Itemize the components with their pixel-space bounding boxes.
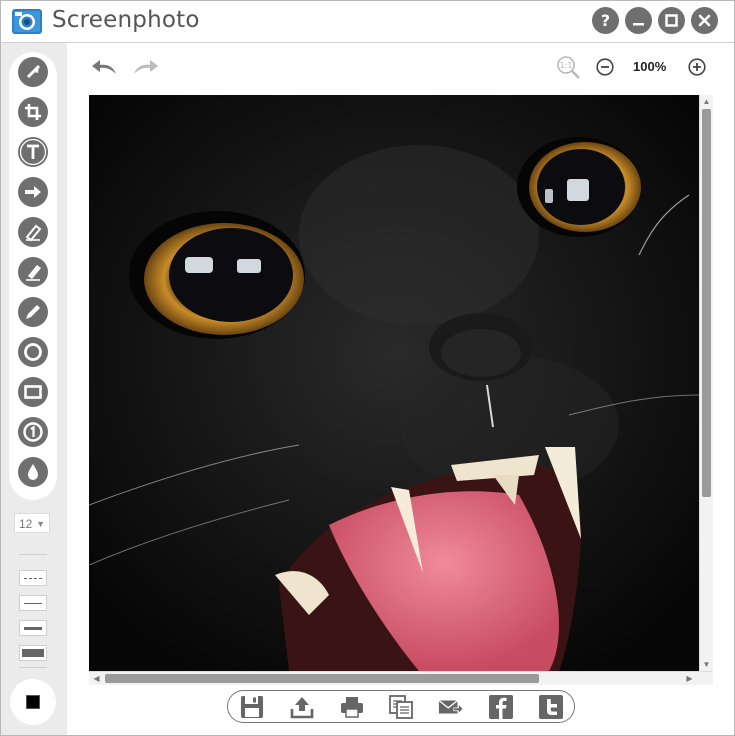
line-style-thin[interactable]	[19, 595, 47, 611]
arrow-tool-button[interactable]	[18, 177, 48, 207]
rectangle-icon	[24, 385, 42, 399]
copy-icon[interactable]	[388, 694, 414, 720]
zoom-in-icon[interactable]	[687, 57, 707, 77]
zoom-level: 100%	[633, 59, 667, 74]
blur-tool-button[interactable]	[18, 457, 48, 487]
horizontal-scrollbar[interactable]: ◀ ▶	[89, 671, 713, 685]
horizontal-scroll-thumb[interactable]	[105, 674, 539, 683]
pencil-tool-button[interactable]	[18, 297, 48, 327]
divider	[19, 554, 47, 555]
tool-panel: 12 ▼	[1, 43, 67, 735]
svg-text:1:1: 1:1	[560, 61, 573, 70]
undo-icon[interactable]	[91, 55, 119, 77]
upload-icon[interactable]	[289, 694, 315, 720]
highlighter-tool-button[interactable]	[18, 217, 48, 247]
minimize-button[interactable]	[625, 7, 652, 34]
select-tool-button[interactable]	[18, 57, 48, 87]
maximize-button[interactable]	[658, 7, 685, 34]
cat-photo	[89, 95, 699, 671]
zoom-out-icon[interactable]	[595, 57, 615, 77]
app-window: Screenphoto ? 12 ▼ 1:1 100% ▲ ▼ ◀ ▶	[0, 0, 735, 736]
scroll-down-icon[interactable]: ▼	[702, 660, 711, 669]
line-style-thick[interactable]	[19, 645, 47, 661]
text-icon	[19, 138, 47, 166]
divider	[19, 667, 47, 668]
cursor-arrow-icon	[26, 64, 41, 79]
email-icon[interactable]	[438, 694, 464, 720]
marker-tool-button[interactable]	[18, 257, 48, 287]
facebook-icon[interactable]	[488, 694, 514, 720]
minimize-icon	[633, 23, 644, 26]
pencil-icon	[26, 305, 40, 319]
twitter-icon[interactable]	[538, 694, 564, 720]
maximize-icon	[665, 14, 678, 27]
vertical-scrollbar[interactable]: ▲ ▼	[699, 95, 713, 671]
number-one-icon	[23, 422, 43, 442]
zoom-actual-size-icon[interactable]: 1:1	[555, 54, 581, 80]
close-icon	[698, 14, 711, 27]
current-color-swatch	[26, 695, 40, 709]
scroll-up-icon[interactable]: ▲	[702, 97, 711, 106]
image-canvas[interactable]	[89, 95, 699, 671]
step-number-tool-button[interactable]	[18, 417, 48, 447]
scroll-left-icon[interactable]: ◀	[92, 674, 101, 683]
crop-icon	[25, 104, 41, 120]
redo-icon[interactable]	[131, 55, 159, 77]
save-icon[interactable]	[239, 694, 265, 720]
crop-tool-button[interactable]	[18, 97, 48, 127]
line-style-medium[interactable]	[19, 620, 47, 636]
font-size-select[interactable]: 12 ▼	[14, 513, 50, 533]
chevron-down-icon: ▼	[36, 519, 45, 529]
arrow-right-icon	[25, 186, 41, 198]
highlighter-icon	[25, 224, 42, 242]
text-tool-button[interactable]	[18, 137, 48, 167]
title-bar[interactable]: Screenphoto ?	[1, 1, 734, 43]
help-button[interactable]: ?	[592, 7, 619, 34]
camera-logo-icon	[12, 9, 42, 34]
droplet-icon	[28, 464, 38, 480]
ellipse-tool-button[interactable]	[18, 337, 48, 367]
circle-icon	[24, 343, 42, 361]
app-title: Screenphoto	[52, 7, 200, 33]
rectangle-tool-button[interactable]	[18, 377, 48, 407]
scroll-right-icon[interactable]: ▶	[685, 674, 694, 683]
color-picker[interactable]	[10, 679, 56, 725]
font-size-value: 12	[19, 517, 33, 531]
marker-icon	[26, 265, 41, 281]
vertical-scroll-thumb[interactable]	[702, 109, 711, 497]
line-style-dashed[interactable]	[19, 570, 47, 586]
close-button[interactable]	[691, 7, 718, 34]
share-action-bar	[227, 690, 575, 723]
print-icon[interactable]	[339, 694, 365, 720]
tool-list	[9, 52, 57, 500]
